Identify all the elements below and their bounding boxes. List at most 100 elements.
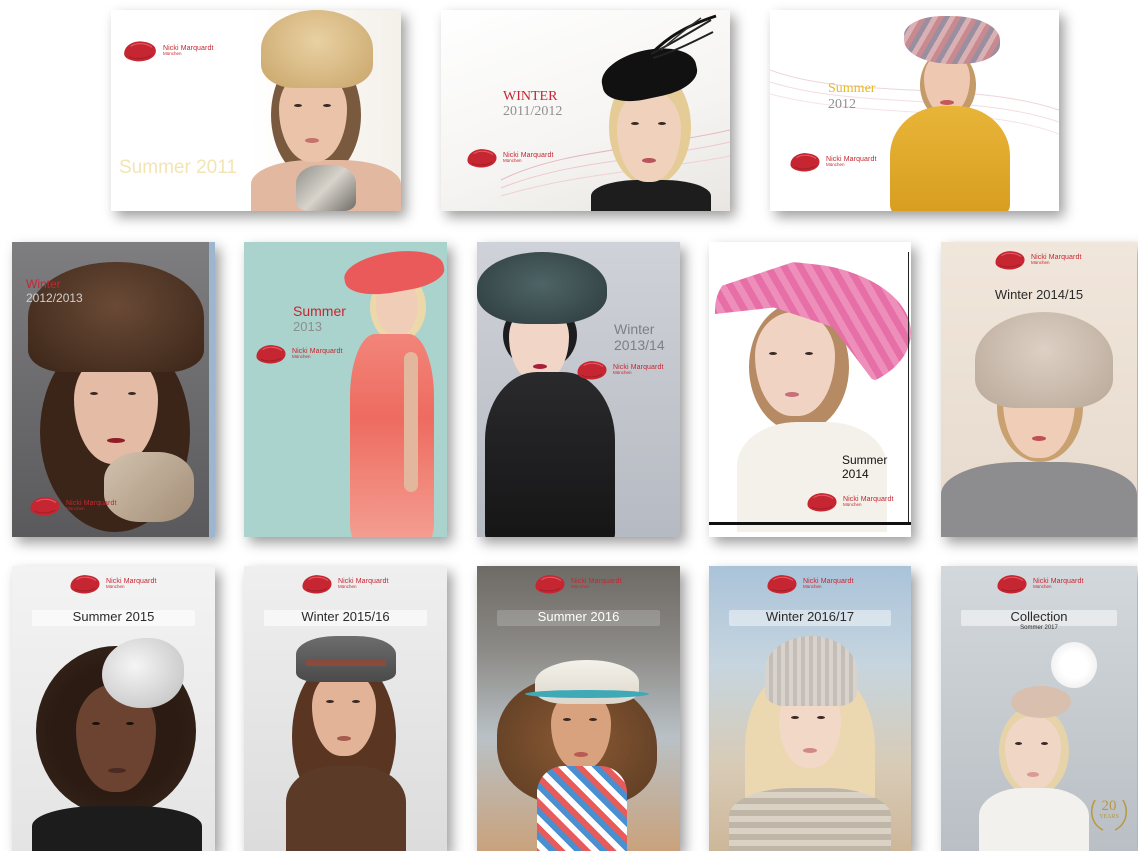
model-eye (294, 104, 302, 107)
model-eye (805, 352, 813, 355)
catalog-card-winter-2012[interactable]: Winter 2012/2013 Nicki Marquardt München (12, 242, 215, 537)
model-lips (533, 364, 547, 369)
coral-dress (350, 334, 434, 537)
catalog-card-summer-2012[interactable]: Summer 2012 Nicki Marquardt München (770, 10, 1059, 211)
catalog-title-line2: 2012 (828, 97, 856, 112)
catalog-title-line1: WINTER (503, 89, 558, 104)
black-jacket (485, 372, 615, 537)
model-eye (326, 700, 334, 703)
catalog-title-line1: Summer (293, 303, 346, 319)
badge-text: YEARS (1099, 814, 1119, 820)
logo-city: München (503, 158, 522, 164)
catalog-title-line2: 2013 (293, 319, 322, 334)
logo-city: München (571, 584, 590, 590)
brand-logo: Nicki Marquardt München (805, 490, 894, 514)
knit-sweater (729, 788, 891, 851)
model-eye (769, 352, 777, 355)
catalog-title-line2: 2013/14 (614, 337, 665, 353)
catalog-title: Collection (1010, 609, 1068, 624)
catalog-card-winter-2016[interactable]: Nicki Marquardt München Winter 2016/17 (709, 566, 911, 851)
logo-city: München (163, 51, 182, 57)
catalog-card-collection-2017[interactable]: Nicki Marquardt München Collection Somme… (941, 566, 1137, 851)
anniversary-badge: 20 YEARS (1087, 794, 1131, 831)
catalog-title-line2: 2012/2013 (26, 291, 83, 305)
model-eye (1041, 742, 1048, 745)
model-eye (817, 716, 825, 719)
white-draped-hat (102, 638, 184, 708)
catalog-card-summer-2011[interactable]: Nicki Marquardt München Summer 2011 (111, 10, 401, 211)
logo-city: München (1031, 260, 1050, 266)
model-eye (1015, 742, 1022, 745)
catalog-title-line1: Winter (614, 321, 655, 337)
model-eye (791, 716, 799, 719)
catalog-card-summer-2015[interactable]: Nicki Marquardt München Summer 2015 (12, 566, 215, 851)
catalog-card-winter-2015[interactable]: Nicki Marquardt München Winter 2015/16 (244, 566, 447, 851)
brand-logo: Nicki Marquardt München (993, 248, 1082, 272)
logo-city: München (292, 354, 311, 360)
model-eye (323, 104, 331, 107)
brand-logo: Nicki Marquardt München (68, 572, 157, 596)
catalog-cover-photo (244, 242, 447, 537)
brand-logo: Nicki Marquardt München (121, 38, 214, 64)
model-eye (658, 122, 666, 125)
model-eye (352, 700, 360, 703)
catalog-card-summer-2014[interactable]: Summer 2014 Nicki Marquardt München (709, 242, 911, 537)
teal-wide-brim-hat (477, 252, 607, 324)
model-lips (108, 768, 126, 773)
catalog-title-line1: Summer (842, 453, 888, 467)
model-clothing (591, 180, 711, 211)
brand-logo: Nicki Marquardt München (28, 494, 117, 518)
catalog-cover-photo (477, 242, 680, 537)
brand-logo: Nicki Marquardt München (254, 342, 343, 366)
brand-logo: Nicki Marquardt München (465, 146, 554, 170)
logo-city: München (106, 584, 125, 590)
brown-top (286, 766, 406, 851)
catalog-card-summer-2013[interactable]: Summer 2013 Nicki Marquardt München (244, 242, 447, 537)
logo-city: München (66, 506, 85, 512)
white-flower-icon (1051, 642, 1097, 688)
white-top (979, 788, 1089, 851)
rose-petal-logo-icon (995, 572, 1029, 596)
floral-fascinator (1011, 686, 1071, 718)
catalog-title-line1: Summer (828, 81, 876, 96)
catalog-card-summer-2016[interactable]: Nicki Marquardt München Summer 2016 (477, 566, 680, 851)
straw-cloche-hat (261, 10, 373, 88)
yellow-dress (890, 106, 1010, 211)
catalog-card-winter-2014[interactable]: Nicki Marquardt München Winter 2014/15 (941, 242, 1137, 537)
catalog-title: Winter 2016/17 (765, 609, 855, 624)
scarf (296, 165, 356, 211)
striped-bow-hat (904, 16, 1000, 64)
catalog-title-line1: Winter (26, 277, 61, 291)
catalog-card-winter-2013[interactable]: Winter 2013/14 Nicki Marquardt München (477, 242, 680, 537)
coral-wide-brim-hat (341, 243, 447, 301)
catalog-cover-photo (770, 10, 1059, 211)
logo-city: München (613, 370, 632, 376)
rose-petal-logo-icon (788, 150, 822, 174)
model-eye (589, 718, 597, 721)
model-lips (940, 100, 954, 105)
patterned-dress (537, 766, 627, 851)
gray-fedora-hat (296, 636, 396, 682)
badge-number: 20 (1101, 798, 1117, 814)
logo-city: München (843, 502, 862, 508)
feather-plume-icon (644, 14, 717, 61)
bottom-rule (709, 522, 911, 525)
rose-petal-logo-icon (533, 572, 567, 596)
brand-logo: Nicki Marquardt München (765, 572, 854, 596)
rose-petal-logo-icon (465, 146, 499, 170)
model-lips (107, 438, 125, 443)
brand-logo: Nicki Marquardt München (995, 572, 1084, 596)
silk-bow (104, 452, 194, 522)
model-lips (1032, 436, 1046, 441)
gray-coat (941, 462, 1137, 537)
model-lips (785, 392, 799, 397)
brand-logo: Nicki Marquardt München (788, 150, 877, 174)
model-eye (563, 718, 571, 721)
model-lips (574, 752, 588, 757)
catalog-title-line2: 2014 (842, 467, 869, 481)
catalog-card-winter-2011[interactable]: WINTER 2011/2012 Nicki Marquardt München (441, 10, 730, 211)
hat-brim-band (525, 690, 649, 698)
rose-petal-logo-icon (254, 342, 288, 366)
catalog-title: Summer 2011 (119, 157, 237, 178)
catalog-title: Summer 2015 (72, 609, 155, 624)
